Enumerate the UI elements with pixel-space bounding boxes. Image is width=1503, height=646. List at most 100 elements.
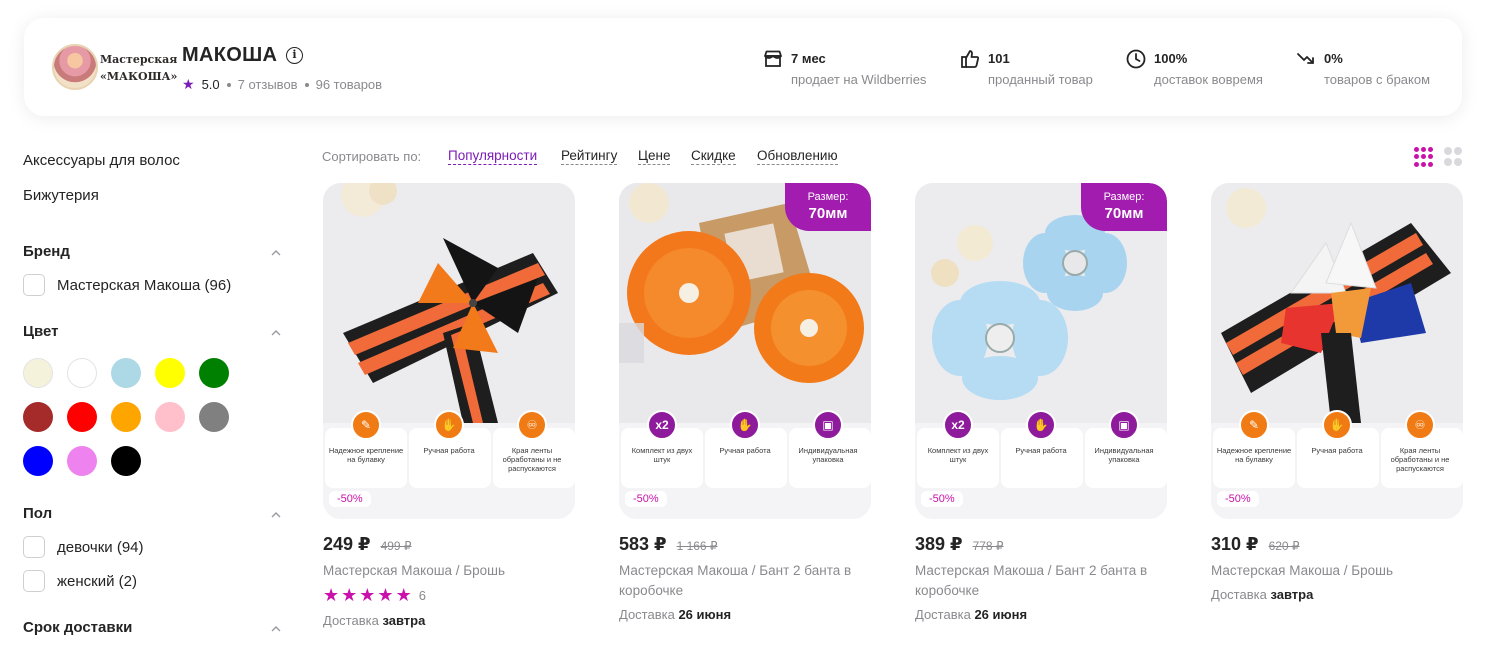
star-icon: ★ [182, 76, 195, 92]
hand-icon: ✋ [1322, 410, 1352, 440]
delivery-label: Доставка [619, 607, 675, 622]
delivery-label: Доставка [323, 613, 379, 628]
price-row: 249 ₽ 499 ₽ [323, 534, 412, 555]
ribbon-icon: ♾ [1405, 410, 1435, 440]
seller-rating: 5.0 [201, 77, 220, 92]
filter-title-gender[interactable]: Пол [23, 505, 52, 522]
price: 583 ₽ [619, 534, 667, 554]
filter-title-brand[interactable]: Бренд [23, 243, 70, 260]
rating-stars: ★ ★ ★ ★ ★ 6 [323, 586, 426, 604]
feature-text: Надежное крепление на булавку [1216, 446, 1292, 464]
product-card[interactable]: ✎ ✋ ♾ Надежное крепление на булавку Ручн… [323, 183, 575, 628]
old-price: 1 166 ₽ [676, 539, 718, 553]
price-row: 310 ₽ 620 ₽ [1211, 534, 1300, 555]
pin-icon: ✎ [1239, 410, 1269, 440]
stat-value: 7 мес [791, 51, 826, 66]
brand-option-makosha[interactable]: Мастерская Макоша (96) [23, 274, 231, 296]
star-icon: ★ [359, 585, 376, 605]
checkbox[interactable] [23, 570, 45, 592]
chevron-up-icon[interactable] [271, 624, 281, 634]
product-title[interactable]: Мастерская Макоша / Брошь [323, 561, 575, 581]
sort-option-popularity[interactable]: Популярности [448, 148, 538, 165]
sort-option-updated[interactable]: Обновлению [757, 148, 838, 165]
delivery-date: завтра [1270, 587, 1314, 602]
product-card[interactable]: ✎ ✋ ♾ Надежное крепление на булавку Ручн… [1211, 183, 1463, 602]
color-swatch[interactable] [67, 358, 97, 388]
color-swatch[interactable] [23, 358, 53, 388]
color-swatch[interactable] [155, 358, 185, 388]
delivery-info: Доставка 26 июня [619, 607, 731, 622]
seller-name: МАКОША [182, 44, 278, 66]
feature-text: Края ленты обработаны и не распускаются [1390, 446, 1450, 473]
grid-view-small-icon[interactable] [1414, 147, 1434, 167]
stat-label: проданный товар [988, 72, 1093, 87]
delivery-date: 26 июня [974, 607, 1028, 622]
delivery-info: Доставка завтра [1211, 587, 1313, 602]
color-swatch[interactable] [67, 402, 97, 432]
hand-icon: ✋ [434, 410, 464, 440]
seller-reviews[interactable]: 7 отзывов [238, 77, 298, 92]
hand-icon: ✋ [730, 410, 760, 440]
checkbox[interactable] [23, 274, 45, 296]
hand-icon: ✋ [1026, 410, 1056, 440]
checkbox[interactable] [23, 536, 45, 558]
price: 249 ₽ [323, 534, 371, 554]
seller-logo[interactable] [52, 44, 98, 90]
stat-value: 0% [1324, 51, 1343, 66]
color-swatch[interactable] [111, 358, 141, 388]
separator-dot [304, 82, 309, 87]
product-image[interactable]: ✎ ✋ ♾ Надежное крепление на булавку Ручн… [323, 183, 575, 519]
info-icon[interactable]: i [286, 47, 303, 64]
price: 310 ₽ [1211, 534, 1259, 554]
delivery-label: Доставка [1211, 587, 1267, 602]
sort-option-rating[interactable]: Рейтингу [561, 148, 618, 165]
feature-text: Ручная работа [719, 446, 771, 455]
product-title[interactable]: Мастерская Макоша / Брошь [1211, 561, 1463, 581]
discount-badge: -50% [625, 491, 667, 507]
discount-badge: -50% [1217, 491, 1259, 507]
product-image[interactable]: ✎ ✋ ♾ Надежное крепление на булавку Ручн… [1211, 183, 1463, 519]
seller-logo-line2: «МАКОША» [100, 70, 178, 83]
chevron-up-icon[interactable] [271, 248, 281, 258]
box-icon: ▣ [813, 410, 843, 440]
product-title[interactable]: Мастерская Макоша / Бант 2 банта в короб… [915, 561, 1167, 601]
filter-title-delivery[interactable]: Срок доставки [23, 619, 132, 636]
price-row: 389 ₽ 778 ₽ [915, 534, 1004, 555]
sort-option-price[interactable]: Цене [638, 148, 671, 165]
color-swatch[interactable] [111, 446, 141, 476]
star-icon: ★ [323, 585, 340, 605]
color-swatch[interactable] [199, 402, 229, 432]
delivery-date: завтра [382, 613, 426, 628]
color-swatch[interactable] [67, 446, 97, 476]
chevron-up-icon[interactable] [271, 510, 281, 520]
gender-option-female[interactable]: женский (2) [23, 570, 137, 592]
color-swatch[interactable] [155, 402, 185, 432]
category-link-jewelry[interactable]: Бижутерия [23, 187, 99, 204]
category-link-hair-accessories[interactable]: Аксессуары для волос [23, 152, 180, 169]
product-card[interactable]: Размер: 70мм x2 ✋ ▣ Комплект из двух шту… [619, 183, 871, 622]
color-swatch[interactable] [23, 402, 53, 432]
size-badge: Размер: 70мм [1081, 183, 1167, 231]
gender-option-girls[interactable]: девочки (94) [23, 536, 144, 558]
color-swatch[interactable] [199, 358, 229, 388]
thumbs-up-icon [961, 50, 980, 68]
chevron-up-icon[interactable] [271, 328, 281, 338]
filter-title-color[interactable]: Цвет [23, 323, 58, 340]
seller-products: 96 товаров [315, 77, 383, 92]
checkbox-label: Мастерская Макоша (96) [57, 276, 232, 294]
product-card[interactable]: Размер: 70мм x2 ✋ ▣ Комплект из двух шту… [915, 183, 1167, 622]
product-image[interactable]: Размер: 70мм x2 ✋ ▣ Комплект из двух шту… [915, 183, 1167, 519]
sort-option-discount[interactable]: Скидке [691, 148, 736, 165]
grid-view-large-icon[interactable] [1444, 147, 1464, 167]
color-swatch[interactable] [23, 446, 53, 476]
color-swatch[interactable] [111, 402, 141, 432]
feature-text: Надежное крепление на булавку [328, 446, 404, 464]
x2-icon: x2 [943, 410, 973, 440]
ribbon-icon: ♾ [517, 410, 547, 440]
sort-label: Сортировать по: [322, 149, 422, 164]
product-image[interactable]: Размер: 70мм x2 ✋ ▣ Комплект из двух шту… [619, 183, 871, 519]
product-title[interactable]: Мастерская Макоша / Бант 2 банта в короб… [619, 561, 871, 601]
store-icon [764, 50, 782, 67]
checkbox-label: женский (2) [57, 572, 137, 590]
size-label: Размер: [1103, 191, 1145, 203]
